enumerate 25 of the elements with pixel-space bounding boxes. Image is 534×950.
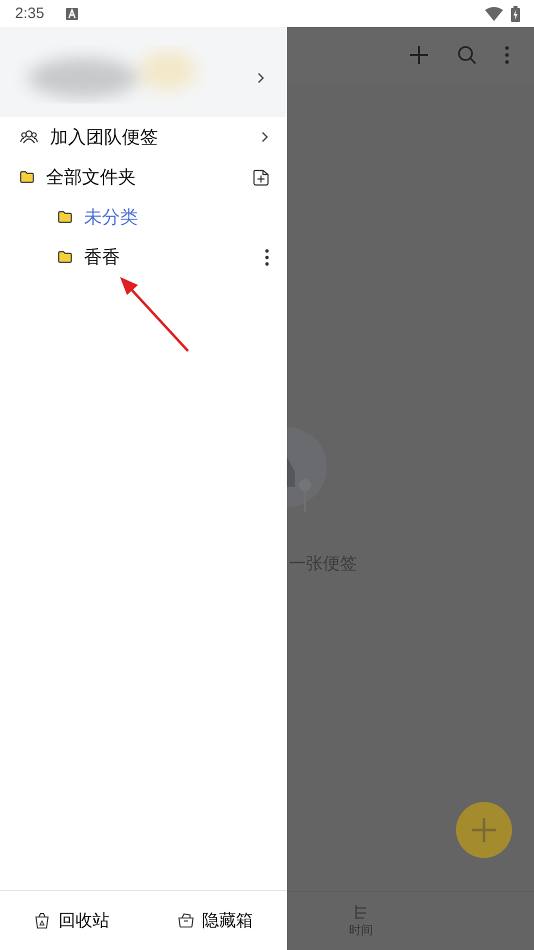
chevron-right-icon [261,131,269,143]
trash-icon [34,912,50,929]
timeline-icon [354,904,368,920]
folder-icon [58,251,72,263]
team-notes-item[interactable]: 加入团队便签 [0,117,287,157]
hidden-box-button[interactable]: 隐藏箱 [144,891,287,950]
people-icon [20,130,38,144]
plus-icon [471,817,497,843]
box-icon [178,912,194,929]
chevron-right-icon [257,72,265,84]
profile-header[interactable] [0,27,287,117]
battery-icon [511,6,520,22]
folder-item[interactable]: 香香 [0,237,287,277]
new-folder-icon[interactable] [253,168,269,186]
more-icon[interactable] [265,248,269,266]
folder-item[interactable]: 未分类 [0,197,287,237]
search-icon[interactable] [457,44,477,64]
wifi-icon [485,6,503,20]
keyboard-icon [66,8,78,20]
plus-icon[interactable] [409,44,429,64]
folder-icon [20,171,34,183]
status-time: 2:35 [15,5,44,22]
all-folders-item[interactable]: 全部文件夹 [0,157,287,197]
folder-icon [58,211,72,223]
recycle-bin-button[interactable]: 回收站 [0,891,144,950]
